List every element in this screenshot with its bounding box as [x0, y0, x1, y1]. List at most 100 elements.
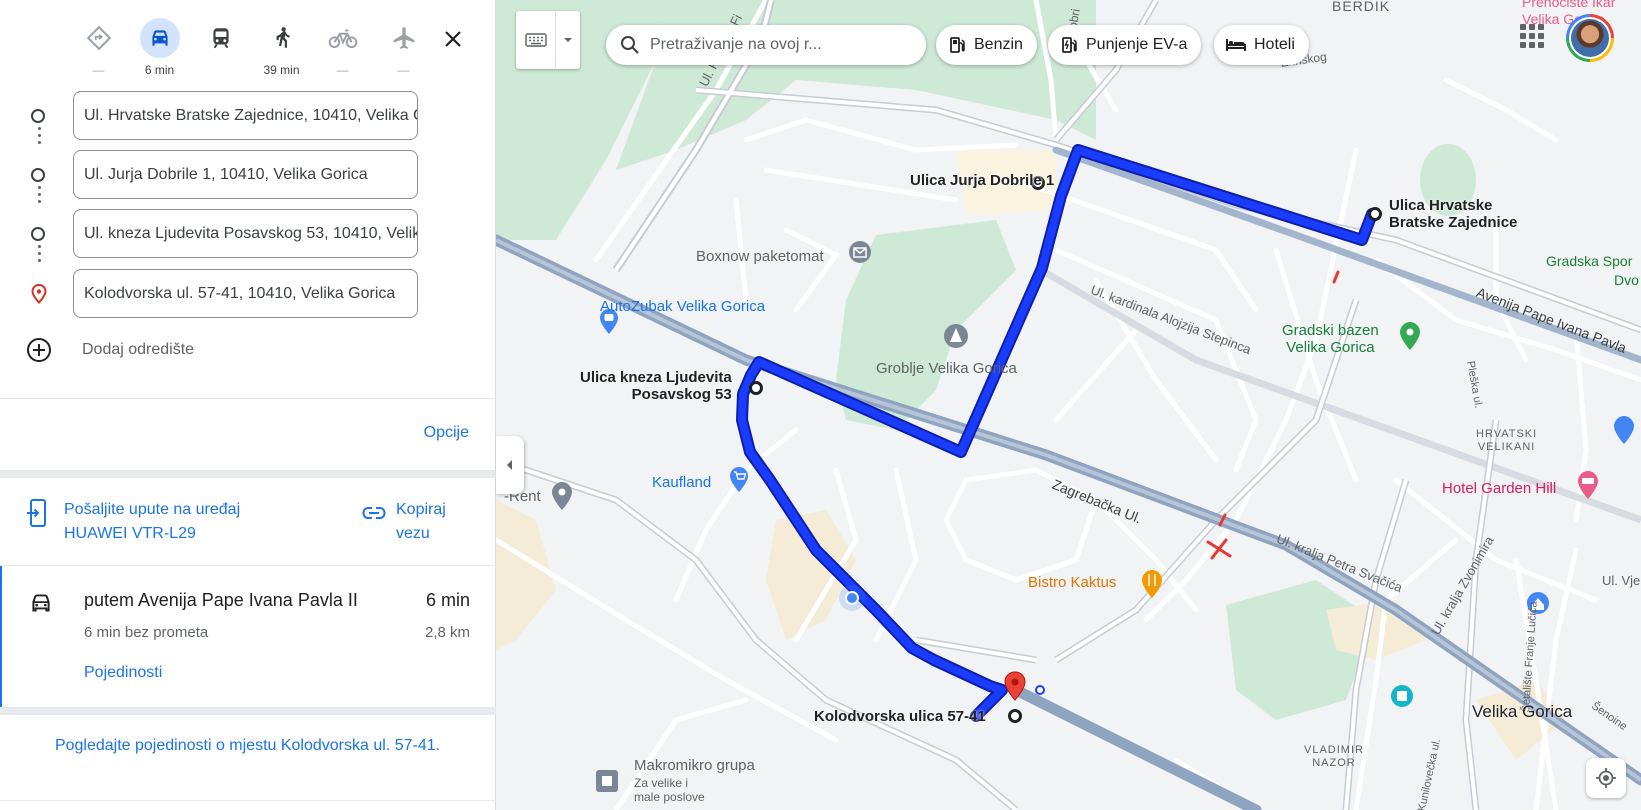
city-label: Velika Gorica	[1472, 702, 1573, 721]
mode-flights[interactable]: —	[373, 18, 434, 77]
waypoint-input-2[interactable]: Ul. Jurja Dobrile 1, 10410, Velika Goric…	[73, 150, 418, 199]
poi-sub-2: male poslove	[634, 790, 705, 804]
divider	[0, 470, 496, 478]
my-location-button[interactable]	[1586, 758, 1626, 798]
waypoint-input-3[interactable]: Ul. kneza Ljudevita Posavskog 53, 10410,…	[73, 209, 418, 258]
pool-poi-icon[interactable]	[1400, 322, 1420, 350]
mode-time: —	[336, 63, 349, 77]
send-to-phone-icon	[27, 499, 46, 527]
waypoint-circle-kolodvorska[interactable]	[1008, 709, 1022, 723]
directions-panel: — 6 min 39 min — — Ul. Hrvatske Bratske …	[0, 0, 496, 810]
send-to-device-button[interactable]: Pošaljite upute na uređaj HUAWEI VTR-L29	[26, 498, 240, 546]
poi-label-bazen[interactable]: Gradski bazen Velika Gorica	[1282, 322, 1379, 356]
stop-label-kneza: Ulica kneza Ljudevita Posavskog 53	[580, 369, 732, 403]
stop-label-hrvatske-1: Ulica Hrvatske	[1389, 197, 1493, 214]
collapse-panel-button[interactable]	[496, 436, 524, 494]
google-apps-button[interactable]	[1520, 24, 1544, 48]
mode-best-route[interactable]: —	[68, 18, 129, 77]
district-velikani-2: VELIKANI	[1477, 441, 1536, 453]
waypoint-connector-dots	[38, 186, 41, 207]
district-velikani-1: HRVATSKI	[1476, 428, 1538, 440]
chevron-left-icon	[507, 460, 512, 470]
waypoint-input-4[interactable]: Kolodvorska ul. 57-41, 10410, Velika Gor…	[73, 269, 418, 318]
car-icon	[32, 594, 50, 612]
close-directions-button[interactable]	[436, 22, 470, 56]
poi-label-bazen-1: Gradski bazen	[1282, 322, 1379, 339]
copy-line-2: vezu	[396, 525, 430, 542]
mode-driving[interactable]: 6 min	[129, 18, 190, 77]
shop-poi-icon[interactable]	[1614, 416, 1634, 444]
bed-icon	[1226, 39, 1246, 51]
mode-transit[interactable]	[190, 18, 251, 77]
mode-time: 6 min	[144, 63, 175, 77]
origin-circle-icon	[31, 109, 45, 123]
waypoint-row-2: Ul. Jurja Dobrile 1, 10410, Velika Goric…	[0, 150, 496, 200]
poi-sub-1: Za velike i	[634, 776, 689, 790]
stop-label-hrvatske-2: Bratske Zajednice	[1389, 214, 1518, 231]
poi-label-kaufland[interactable]: Kaufland	[652, 474, 711, 491]
stop-label-kolodvorska: Kolodvorska ulica 57-41	[814, 708, 986, 725]
divider	[0, 398, 496, 399]
poi-label-gradska[interactable]: Gradska Spor Dvo	[1546, 252, 1639, 290]
district-label-nazor: VLADIMIR NAZOR	[1304, 744, 1364, 770]
map-canvas[interactable]: Ulica Jurja Dobrile 1 Ulica Hrvatske Bra…	[496, 0, 1641, 810]
input-tools-dropdown[interactable]	[556, 11, 580, 69]
mode-cycling[interactable]: —	[312, 18, 373, 77]
mode-time: —	[92, 63, 105, 77]
copy-link-button[interactable]: Kopiraj vezu	[362, 498, 446, 546]
route-duration: 6 min	[425, 590, 470, 610]
bistro-poi-icon[interactable]	[1142, 570, 1162, 598]
train-icon	[212, 28, 229, 49]
poi-label-bistro[interactable]: Bistro Kaktus	[1028, 574, 1116, 591]
poi-label-groblje[interactable]: Groblje Velika Gorica	[876, 360, 1017, 377]
link-icon	[362, 507, 386, 519]
poi-label-hotel[interactable]: Hotel Garden Hill	[1442, 480, 1556, 497]
route-details-link[interactable]: Pojedinosti	[84, 664, 162, 682]
current-location-dot	[839, 585, 865, 611]
gas-station-icon	[950, 37, 965, 53]
place-details-link[interactable]: Pogledajte pojedinosti o mjestu Kolodvor…	[20, 733, 475, 758]
divider	[0, 800, 496, 801]
keyboard-button[interactable]	[516, 11, 556, 69]
poi-label-boxnow[interactable]: Boxnow paketomat	[696, 248, 824, 265]
route-diamond-icon	[86, 25, 111, 51]
chip-ev-label: Punjenje EV-a	[1086, 36, 1188, 53]
poi-label-makromikro[interactable]: Makromikro grupa	[634, 757, 755, 774]
waypoint-connector-dots	[38, 245, 41, 266]
keyboard-icon	[524, 33, 547, 47]
boxnow-poi-icon[interactable]	[849, 241, 871, 263]
search-placeholder: Pretraživanje na ovoj r...	[650, 36, 822, 53]
bicycle-icon	[328, 29, 357, 49]
makromikro-poi-icon[interactable]	[596, 770, 618, 792]
search-icon	[621, 36, 639, 54]
sports-poi-icon[interactable]	[1391, 685, 1413, 707]
street-label-vje: Ul. Vje	[1602, 573, 1641, 588]
route-option-card[interactable]: putem Avenija Pape Ivana Pavla II 6 min …	[0, 566, 496, 712]
district-nazor-2: NAZOR	[1312, 757, 1356, 769]
mode-time: —	[397, 63, 410, 77]
chip-ev-charging[interactable]: Punjenje EV-a	[1048, 25, 1202, 65]
cemetery-poi-icon[interactable]	[944, 324, 968, 348]
waypoint-input-1[interactable]: Ul. Hrvatske Bratske Zajednice, 10410, V…	[73, 91, 418, 140]
add-destination-button[interactable]: Dodaj odredište	[26, 337, 194, 363]
stop-label-kneza-2: Posavskog 53	[631, 386, 732, 403]
waypoint-circle-hrvatske[interactable]	[1368, 207, 1382, 221]
options-button[interactable]: Opcije	[424, 424, 469, 442]
send-line-2: HUAWEI VTR-L29	[64, 525, 196, 542]
route-title: putem Avenija Pape Ivana Pavla II	[84, 590, 358, 610]
chip-petrol[interactable]: Benzin	[936, 25, 1037, 65]
waypoint-circle-kneza[interactable]	[749, 381, 763, 395]
poi-label-gradska-2: Dvo	[1614, 272, 1639, 288]
rent-poi-icon[interactable]	[552, 482, 572, 510]
poi-label-autozubak[interactable]: AutoZubak Velika Gorica	[600, 298, 765, 315]
chip-hotels[interactable]: Hoteli	[1214, 25, 1309, 65]
map-search-box[interactable]: Pretraživanje na ovoj r...	[606, 25, 926, 65]
mode-walking[interactable]: 39 min	[251, 18, 312, 77]
stop-label-jurja: Ulica Jurja Dobrile 1	[910, 172, 1055, 189]
waypoint-connector-dots	[38, 127, 41, 148]
waypoint-row-1: Ul. Hrvatske Bratske Zajednice, 10410, V…	[0, 91, 496, 141]
chip-petrol-label: Benzin	[974, 36, 1023, 53]
walking-icon	[276, 27, 290, 48]
account-avatar[interactable]	[1566, 14, 1614, 62]
chevron-down-icon	[564, 38, 572, 42]
